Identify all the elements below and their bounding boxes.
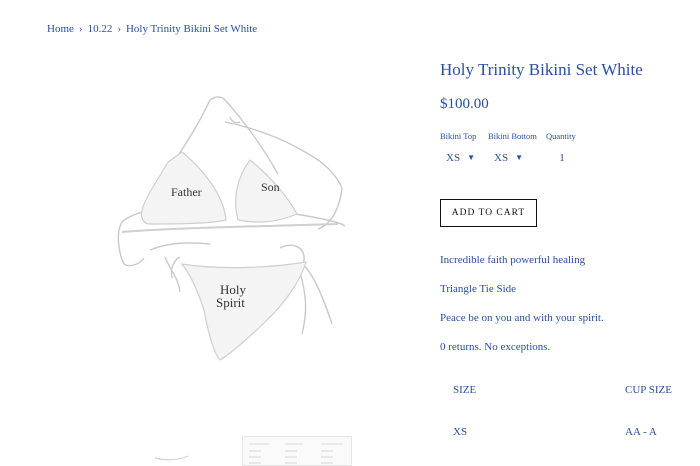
description-line: Incredible faith powerful healing <box>440 254 586 266</box>
breadcrumb-collection[interactable]: 10.22 <box>88 23 113 35</box>
description-line: Triangle Tie Side <box>440 283 517 295</box>
description-line: 0 returns. No exceptions. <box>440 341 551 353</box>
product-price: $100.00 <box>440 96 489 112</box>
size-table-cell: XS <box>453 426 468 438</box>
caret-down-icon: ▼ <box>467 153 475 162</box>
quantity-label: Quantity <box>546 131 576 141</box>
bikini-bottom-select[interactable]: XS ▼ <box>494 152 523 164</box>
bikini-top-select[interactable]: XS ▼ <box>446 152 475 164</box>
breadcrumb-separator: › <box>117 23 121 35</box>
image-text-father: Father <box>171 185 202 199</box>
breadcrumb-current[interactable]: Holy Trinity Bikini Set White <box>126 23 257 35</box>
image-text-son: Son <box>261 180 280 194</box>
product-title: Holy Trinity Bikini Set White <box>440 60 643 79</box>
bikini-top-value: XS <box>446 152 461 164</box>
thumbnail-strip <box>150 436 352 466</box>
product-thumbnail[interactable] <box>150 436 190 464</box>
image-text-spirit: Spirit <box>216 295 245 310</box>
caret-down-icon: ▼ <box>515 153 523 162</box>
size-table-header-cup-size: CUP SIZE <box>625 384 672 396</box>
add-to-cart-button[interactable]: ADD TO CART <box>440 199 537 227</box>
bikini-top-label: Bikini Top <box>440 131 477 141</box>
quantity-input[interactable]: 1 <box>552 152 572 164</box>
size-table-header-size: SIZE <box>453 384 477 396</box>
size-table-cell: AA - A <box>625 426 657 438</box>
description-line: Peace be on you and with your spirit. <box>440 312 604 324</box>
bikini-bottom-label: Bikini Bottom <box>488 131 537 141</box>
breadcrumb: Home › 10.22 › Holy Trinity Bikini Set White <box>47 23 257 35</box>
breadcrumb-separator: › <box>78 23 83 35</box>
size-chart-thumbnail[interactable] <box>242 436 352 466</box>
product-image[interactable]: Father Son Holy Spirit <box>110 92 345 372</box>
bikini-bottom-value: XS <box>494 152 509 164</box>
breadcrumb-home[interactable]: Home <box>47 23 74 35</box>
